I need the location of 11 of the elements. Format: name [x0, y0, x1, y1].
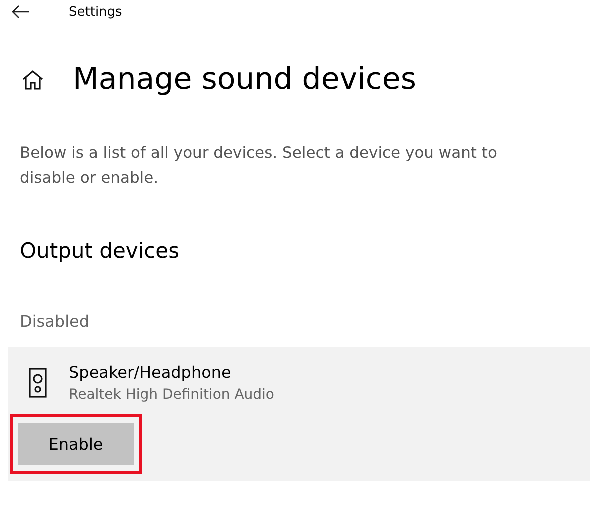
enable-button[interactable]: Enable [18, 423, 134, 465]
home-icon[interactable] [22, 70, 44, 90]
page-title: Manage sound devices [73, 62, 416, 97]
speaker-icon [29, 368, 47, 398]
description-text: Below is a list of all your devices. Select a device you want to disable or enable. [20, 143, 498, 189]
group-label: Disabled [20, 312, 91, 331]
device-driver: Realtek High Definition Audio [69, 387, 275, 403]
section-heading: Output devices [20, 239, 181, 263]
device-name: Speaker/Headphone [69, 363, 232, 382]
window-title: Settings [69, 4, 122, 20]
back-button[interactable] [12, 5, 30, 19]
